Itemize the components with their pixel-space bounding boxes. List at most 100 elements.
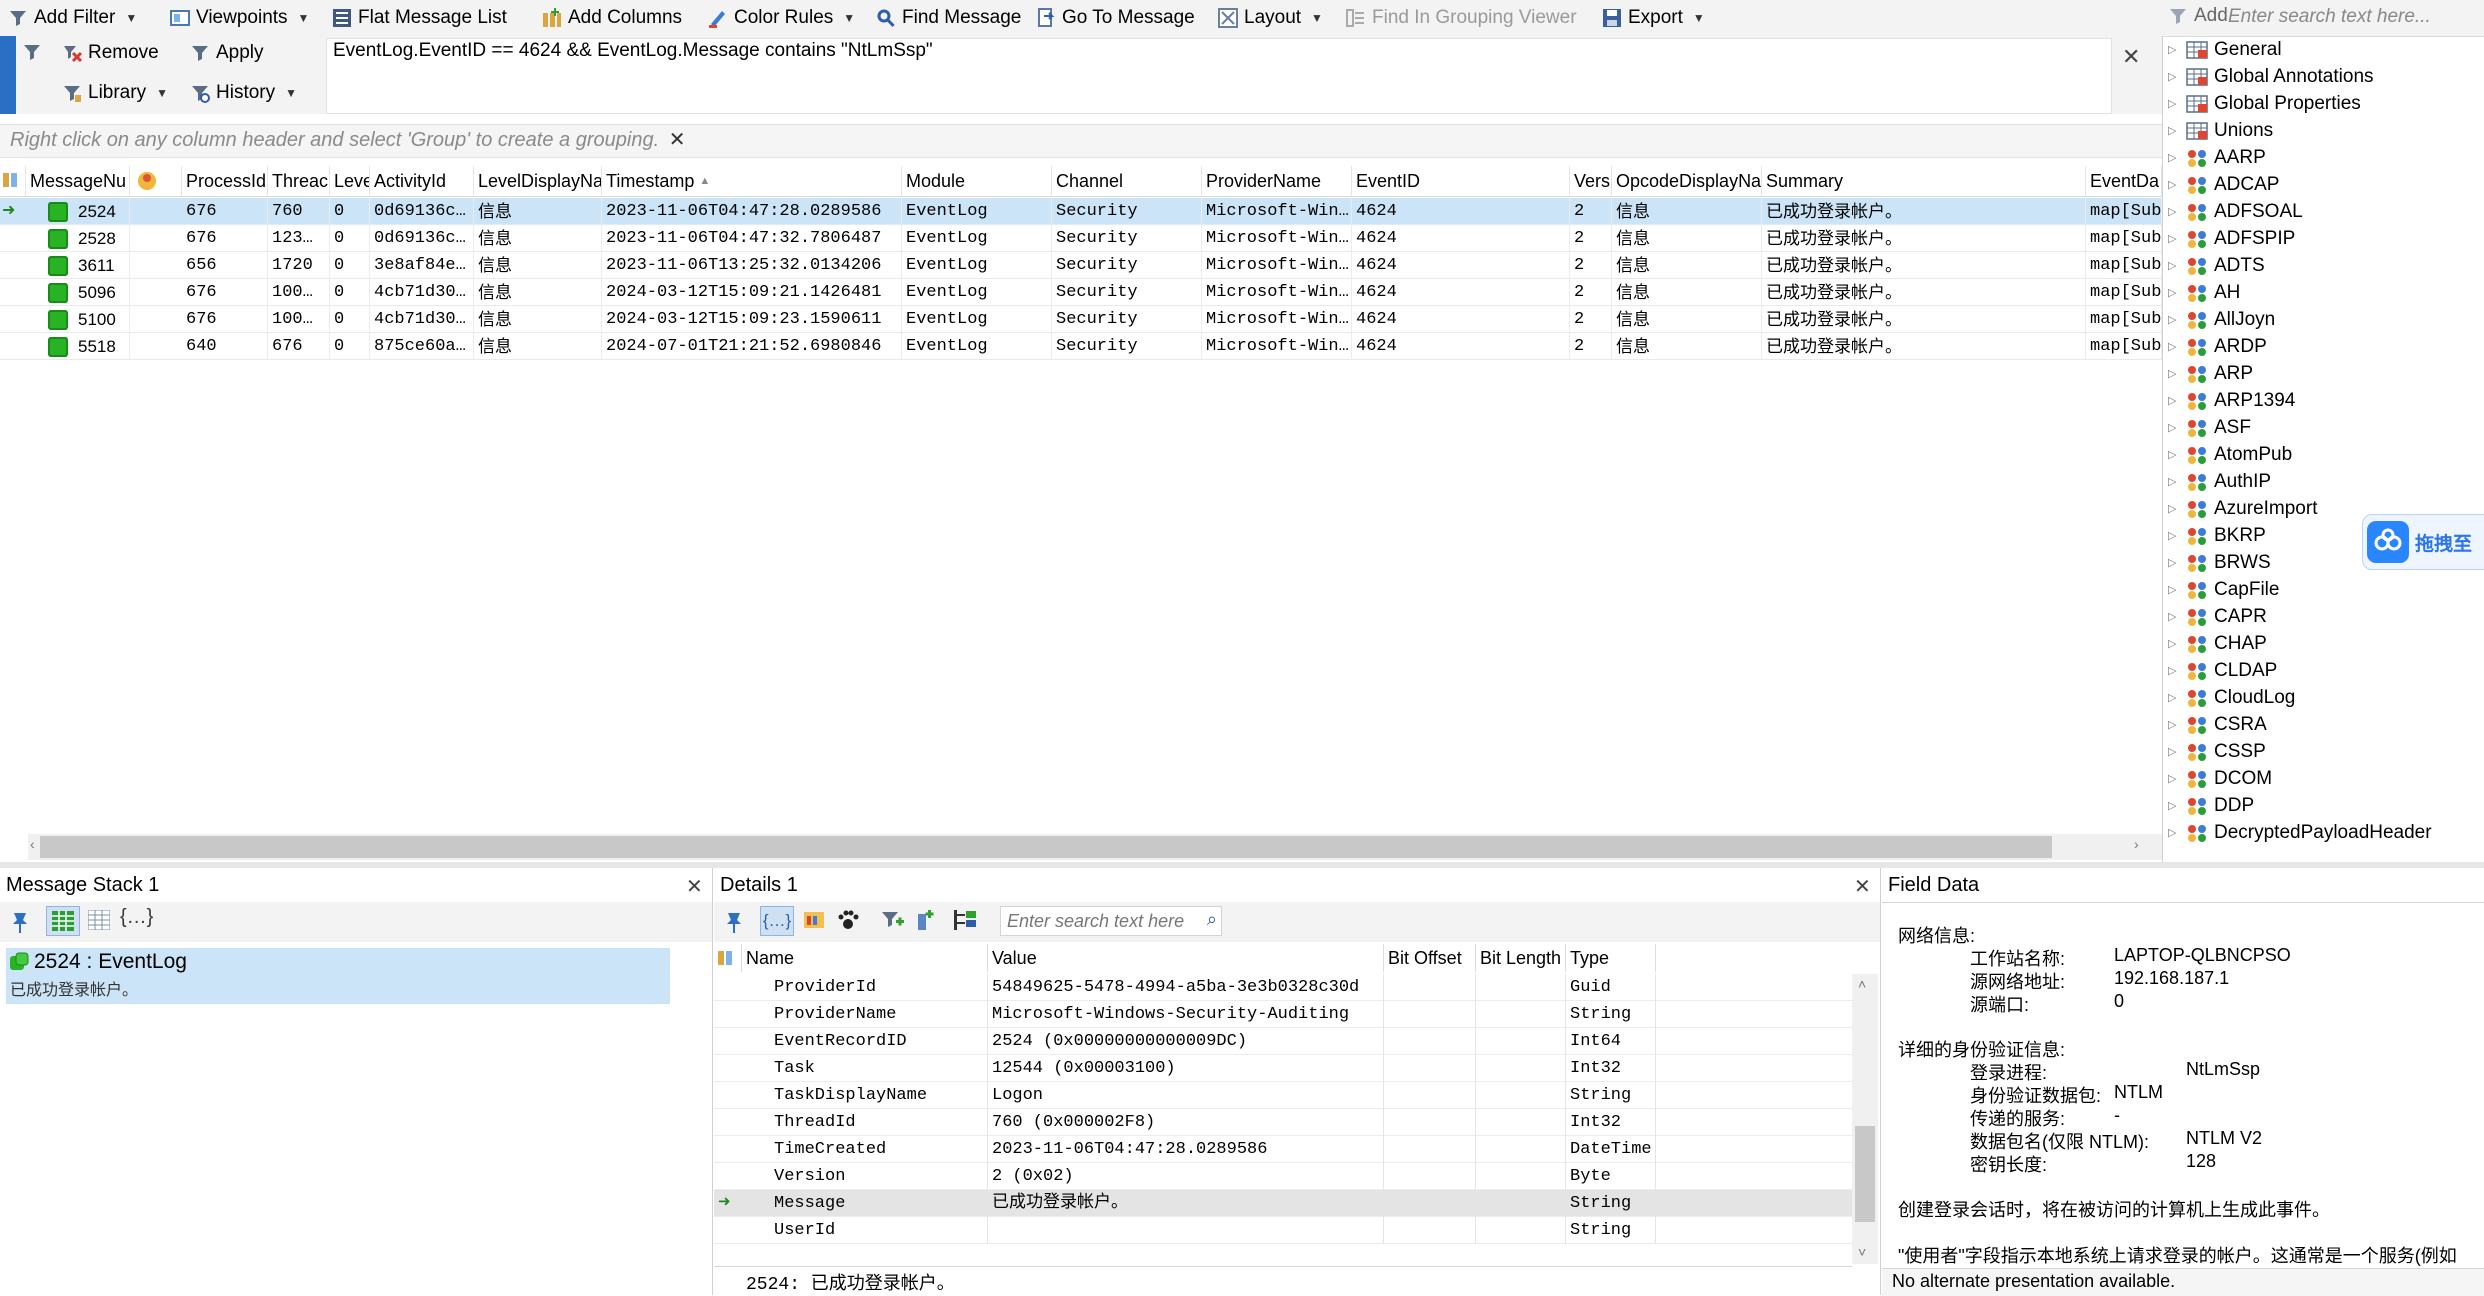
table-row[interactable]: 3611 656 1720 0 3e8af84e… 信息 2023-11-06T13:25:… bbox=[0, 252, 2162, 279]
expand-arrow-icon[interactable]: ▷ bbox=[2168, 232, 2180, 245]
expand-arrow-icon[interactable]: ▷ bbox=[2168, 664, 2180, 677]
tree-item[interactable]: ▷ AtomPub bbox=[2168, 441, 2292, 468]
grid-view-toggle[interactable] bbox=[46, 906, 80, 936]
tree-item[interactable]: ▷ CAPR bbox=[2168, 603, 2267, 630]
expand-arrow-icon[interactable]: ▷ bbox=[2168, 826, 2180, 839]
column-header-timestamp[interactable]: Timestamp ▲ bbox=[602, 166, 902, 196]
expand-arrow-icon[interactable]: ▷ bbox=[2168, 556, 2180, 569]
details-col-name[interactable]: Name bbox=[742, 944, 988, 972]
tree-item[interactable]: ▷ AzureImport bbox=[2168, 495, 2317, 522]
tree-item[interactable]: ▷ BRWS bbox=[2168, 549, 2271, 576]
find-message-button[interactable]: Find Message bbox=[876, 4, 1021, 32]
column-header-processid[interactable]: ProcessId bbox=[182, 166, 268, 196]
viewpoints-button[interactable]: Viewpoints ▼ bbox=[170, 4, 309, 32]
tree-item[interactable]: ▷ Global Annotations bbox=[2168, 63, 2374, 90]
decoder-icon[interactable] bbox=[802, 908, 826, 932]
table-view-icon[interactable] bbox=[88, 910, 110, 930]
expand-arrow-icon[interactable]: ▷ bbox=[2168, 421, 2180, 434]
column-header-level[interactable]: Leve bbox=[330, 166, 370, 196]
table-row[interactable]: 5100 676 100… 0 4cb71d30… 信息 2024-03-12T15:09:… bbox=[0, 306, 2162, 333]
expand-arrow-icon[interactable]: ▷ bbox=[2168, 799, 2180, 812]
close-icon[interactable]: ✕ bbox=[2122, 44, 2140, 70]
tree-item[interactable]: ▷ AllJoyn bbox=[2168, 306, 2275, 333]
chevron-down-icon[interactable]: ▼ bbox=[1693, 11, 1705, 25]
tree-item[interactable]: ▷ CapFile bbox=[2168, 576, 2279, 603]
color-rules-button[interactable]: Color Rules ▼ bbox=[708, 4, 855, 32]
tree-search-input[interactable]: Enter search text here... bbox=[2228, 6, 2480, 32]
column-header-summary[interactable]: Summary bbox=[1762, 166, 2086, 196]
expand-arrow-icon[interactable]: ▷ bbox=[2168, 313, 2180, 326]
filter-history-button[interactable]: History ▼ bbox=[190, 82, 297, 104]
tree-item[interactable]: ▷ CloudLog bbox=[2168, 684, 2295, 711]
column-header-activityid[interactable]: ActivityId bbox=[370, 166, 474, 196]
column-header-leveldisplayname[interactable]: LevelDisplayNa bbox=[474, 166, 602, 196]
tree-item[interactable]: ▷ CSSP bbox=[2168, 738, 2266, 765]
table-row[interactable]: 5518 640 676 0 875ce60a… 信息 2024-07-01T21:21:5… bbox=[0, 333, 2162, 360]
expand-arrow-icon[interactable]: ▷ bbox=[2168, 529, 2180, 542]
layout-button[interactable]: Layout ▼ bbox=[1218, 4, 1323, 32]
apply-filter-button[interactable]: Apply bbox=[190, 42, 264, 64]
paw-icon[interactable] bbox=[836, 908, 860, 932]
flat-message-list-button[interactable]: Flat Message List bbox=[332, 4, 507, 32]
expand-arrow-icon[interactable]: ▷ bbox=[2168, 583, 2180, 596]
tree-item[interactable]: ▷ ADFSOAL bbox=[2168, 198, 2303, 225]
tree-structure-icon[interactable] bbox=[952, 908, 978, 932]
details-row[interactable]: ProviderId 54849625-5478-4994-a5ba-3e3b03… bbox=[714, 974, 1852, 1001]
expand-arrow-icon[interactable]: ▷ bbox=[2168, 178, 2180, 191]
tree-item[interactable]: ▷ ARDP bbox=[2168, 333, 2267, 360]
expand-arrow-icon[interactable]: ▷ bbox=[2168, 691, 2180, 704]
tree-item[interactable]: ▷ ADFSPIP bbox=[2168, 225, 2295, 252]
details-row[interactable]: ➜ Message 已成功登录帐户。 String bbox=[714, 1190, 1852, 1217]
tree-item[interactable]: ▷ AuthIP bbox=[2168, 468, 2271, 495]
chevron-down-icon[interactable]: ▼ bbox=[125, 11, 137, 25]
tree-item[interactable]: ▷ CLDAP bbox=[2168, 657, 2277, 684]
add-filter-button[interactable]: Add Filter ▼ bbox=[8, 4, 137, 32]
details-row[interactable]: TaskDisplayName Logon String bbox=[714, 1082, 1852, 1109]
details-col-value[interactable]: Value bbox=[988, 944, 1384, 972]
table-row[interactable]: 5096 676 100… 0 4cb71d30… 信息 2024-03-12T15:09:… bbox=[0, 279, 2162, 306]
expand-arrow-icon[interactable]: ▷ bbox=[2168, 286, 2180, 299]
details-col-bit-offset[interactable]: Bit Offset bbox=[1384, 944, 1476, 972]
braces-toggle-icon[interactable]: {…} bbox=[760, 906, 794, 936]
add-filter-icon[interactable] bbox=[880, 908, 904, 932]
expand-arrow-icon[interactable]: ▷ bbox=[2168, 394, 2180, 407]
expand-arrow-icon[interactable]: ▷ bbox=[2168, 502, 2180, 515]
filter-expression-text[interactable]: EventLog.EventID == 4624 && EventLog.Mes… bbox=[333, 40, 933, 62]
chevron-down-icon[interactable]: ▼ bbox=[843, 11, 855, 25]
details-scroll-thumb[interactable] bbox=[1855, 1126, 1875, 1222]
scroll-up-icon[interactable]: ˄ bbox=[1858, 976, 1866, 992]
details-col-type[interactable]: Type bbox=[1566, 944, 1656, 972]
expand-arrow-icon[interactable]: ▷ bbox=[2168, 205, 2180, 218]
close-icon[interactable]: ✕ bbox=[1854, 874, 1871, 899]
tree-item[interactable]: ▷ Unions bbox=[2168, 117, 2273, 144]
tree-item[interactable]: ▷ General bbox=[2168, 36, 2282, 63]
go-to-message-button[interactable]: Go To Message bbox=[1036, 4, 1195, 32]
details-search-input[interactable]: Enter search text here ⌕ bbox=[1000, 906, 1222, 936]
column-header-channel[interactable]: Channel bbox=[1052, 166, 1202, 196]
expand-arrow-icon[interactable]: ▷ bbox=[2168, 745, 2180, 758]
expand-arrow-icon[interactable]: ▷ bbox=[2168, 124, 2180, 137]
expand-arrow-icon[interactable]: ▷ bbox=[2168, 259, 2180, 272]
add-column-icon[interactable] bbox=[914, 908, 938, 932]
filter-toggle-button[interactable] bbox=[22, 42, 42, 62]
grid-corner-icon[interactable] bbox=[0, 166, 26, 196]
add-columns-button[interactable]: Add Columns bbox=[542, 4, 682, 32]
tree-item[interactable]: ▷ BKRP bbox=[2168, 522, 2266, 549]
chevron-down-icon[interactable]: ▼ bbox=[298, 11, 310, 25]
column-header-opcodedisplayname[interactable]: OpcodeDisplayNa bbox=[1612, 166, 1762, 196]
table-row[interactable]: 2528 676 123… 0 0d69136c… 信息 2023-11-06T04:47:… bbox=[0, 225, 2162, 252]
tree-item[interactable]: ▷ CHAP bbox=[2168, 630, 2267, 657]
horizontal-scroll-thumb[interactable] bbox=[40, 836, 2052, 858]
search-icon[interactable]: ⌕ bbox=[1207, 909, 1217, 930]
remove-filter-button[interactable]: Remove bbox=[62, 42, 159, 64]
export-button[interactable]: Export ▼ bbox=[1602, 4, 1705, 32]
close-icon[interactable]: ✕ bbox=[686, 874, 703, 899]
expand-arrow-icon[interactable]: ▷ bbox=[2168, 97, 2180, 110]
scroll-right-icon[interactable]: › bbox=[2134, 836, 2139, 852]
tree-item[interactable]: ▷ Global Properties bbox=[2168, 90, 2361, 117]
column-header-providername[interactable]: ProviderName bbox=[1202, 166, 1352, 196]
details-row[interactable]: EventRecordID 2524 (0x00000000000009DC) In… bbox=[714, 1028, 1852, 1055]
column-header-messagenumber[interactable]: MessageNu bbox=[26, 166, 130, 196]
tree-item[interactable]: ▷ ARP1394 bbox=[2168, 387, 2295, 414]
tree-item[interactable]: ▷ DCOM bbox=[2168, 765, 2272, 792]
